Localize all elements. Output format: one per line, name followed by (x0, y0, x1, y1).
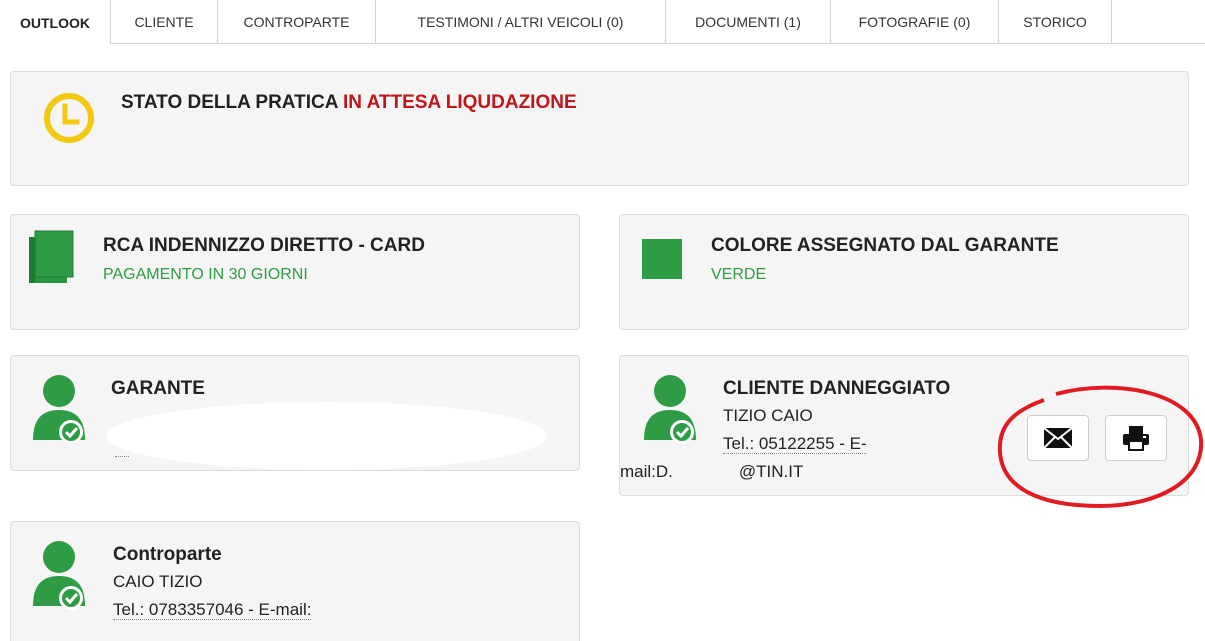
garante-dotted-line (115, 456, 129, 457)
rca-title: RCA INDENNIZZO DIRETTO - CARD (103, 235, 425, 256)
clock-icon (44, 93, 94, 143)
cliente-title: CLIENTE DANNEGGIATO (723, 378, 951, 399)
colore-subtitle: VERDE (711, 266, 767, 283)
tab-testimoni[interactable]: TESTIMONI / ALTRI VEICOLI (0) (376, 0, 666, 44)
cliente-tel-text: Tel.: 05122255 - E- (723, 434, 867, 454)
stato-pratica-card: STATO DELLA PRATICA IN ATTESA LIQUDAZION… (10, 71, 1189, 186)
cliente-name: TIZIO CAIO (723, 406, 813, 425)
garante-card: GARANTE (10, 355, 580, 471)
tab-documenti[interactable]: DOCUMENTI (1) (666, 0, 831, 44)
controparte-name: CAIO TIZIO (113, 572, 203, 591)
user-check-icon (33, 541, 85, 610)
user-check-icon (33, 375, 85, 444)
user-check-icon (644, 375, 696, 444)
cliente-email-prefix: mail:D. (620, 462, 673, 481)
book-icon (29, 230, 74, 283)
colore-title: COLORE ASSEGNATO DAL GARANTE (711, 235, 1059, 256)
tab-bar: OUTLOOK CLIENTE CONTROPARTE TESTIMONI / … (0, 0, 1205, 45)
cliente-email: mail:D. @TIN.IT (620, 462, 803, 482)
annotation-ellipse (997, 385, 1204, 509)
controparte-card: Controparte CAIO TIZIO Tel.: 0783357046 … (10, 521, 580, 641)
redaction-blob (107, 402, 547, 470)
cliente-tel: Tel.: 05122255 - E- (723, 434, 867, 454)
garante-title: GARANTE (111, 378, 205, 399)
stato-title-line: STATO DELLA PRATICA IN ATTESA LIQUDAZION… (121, 92, 577, 114)
controparte-title: Controparte (113, 544, 222, 565)
controparte-tel-text: Tel.: 0783357046 - E-mail: (113, 600, 312, 620)
rca-subtitle: PAGAMENTO IN 30 GIORNI (103, 266, 308, 283)
green-square-icon (642, 239, 682, 279)
tab-fotografie[interactable]: FOTOGRAFIE (0) (831, 0, 999, 44)
tab-cliente[interactable]: CLIENTE (110, 0, 218, 44)
cliente-email-suffix: @TIN.IT (738, 462, 804, 481)
rca-card: RCA INDENNIZZO DIRETTO - CARD PAGAMENTO … (10, 214, 580, 330)
stato-value: IN ATTESA LIQUDAZIONE (343, 92, 577, 113)
tab-controparte[interactable]: CONTROPARTE (218, 0, 376, 44)
tab-outlook[interactable]: OUTLOOK (0, 0, 110, 45)
stato-title: STATO DELLA PRATICA (121, 92, 338, 113)
tab-storico[interactable]: STORICO (999, 0, 1112, 44)
colore-card: COLORE ASSEGNATO DAL GARANTE VERDE (619, 214, 1189, 330)
controparte-tel: Tel.: 0783357046 - E-mail: (113, 600, 312, 620)
